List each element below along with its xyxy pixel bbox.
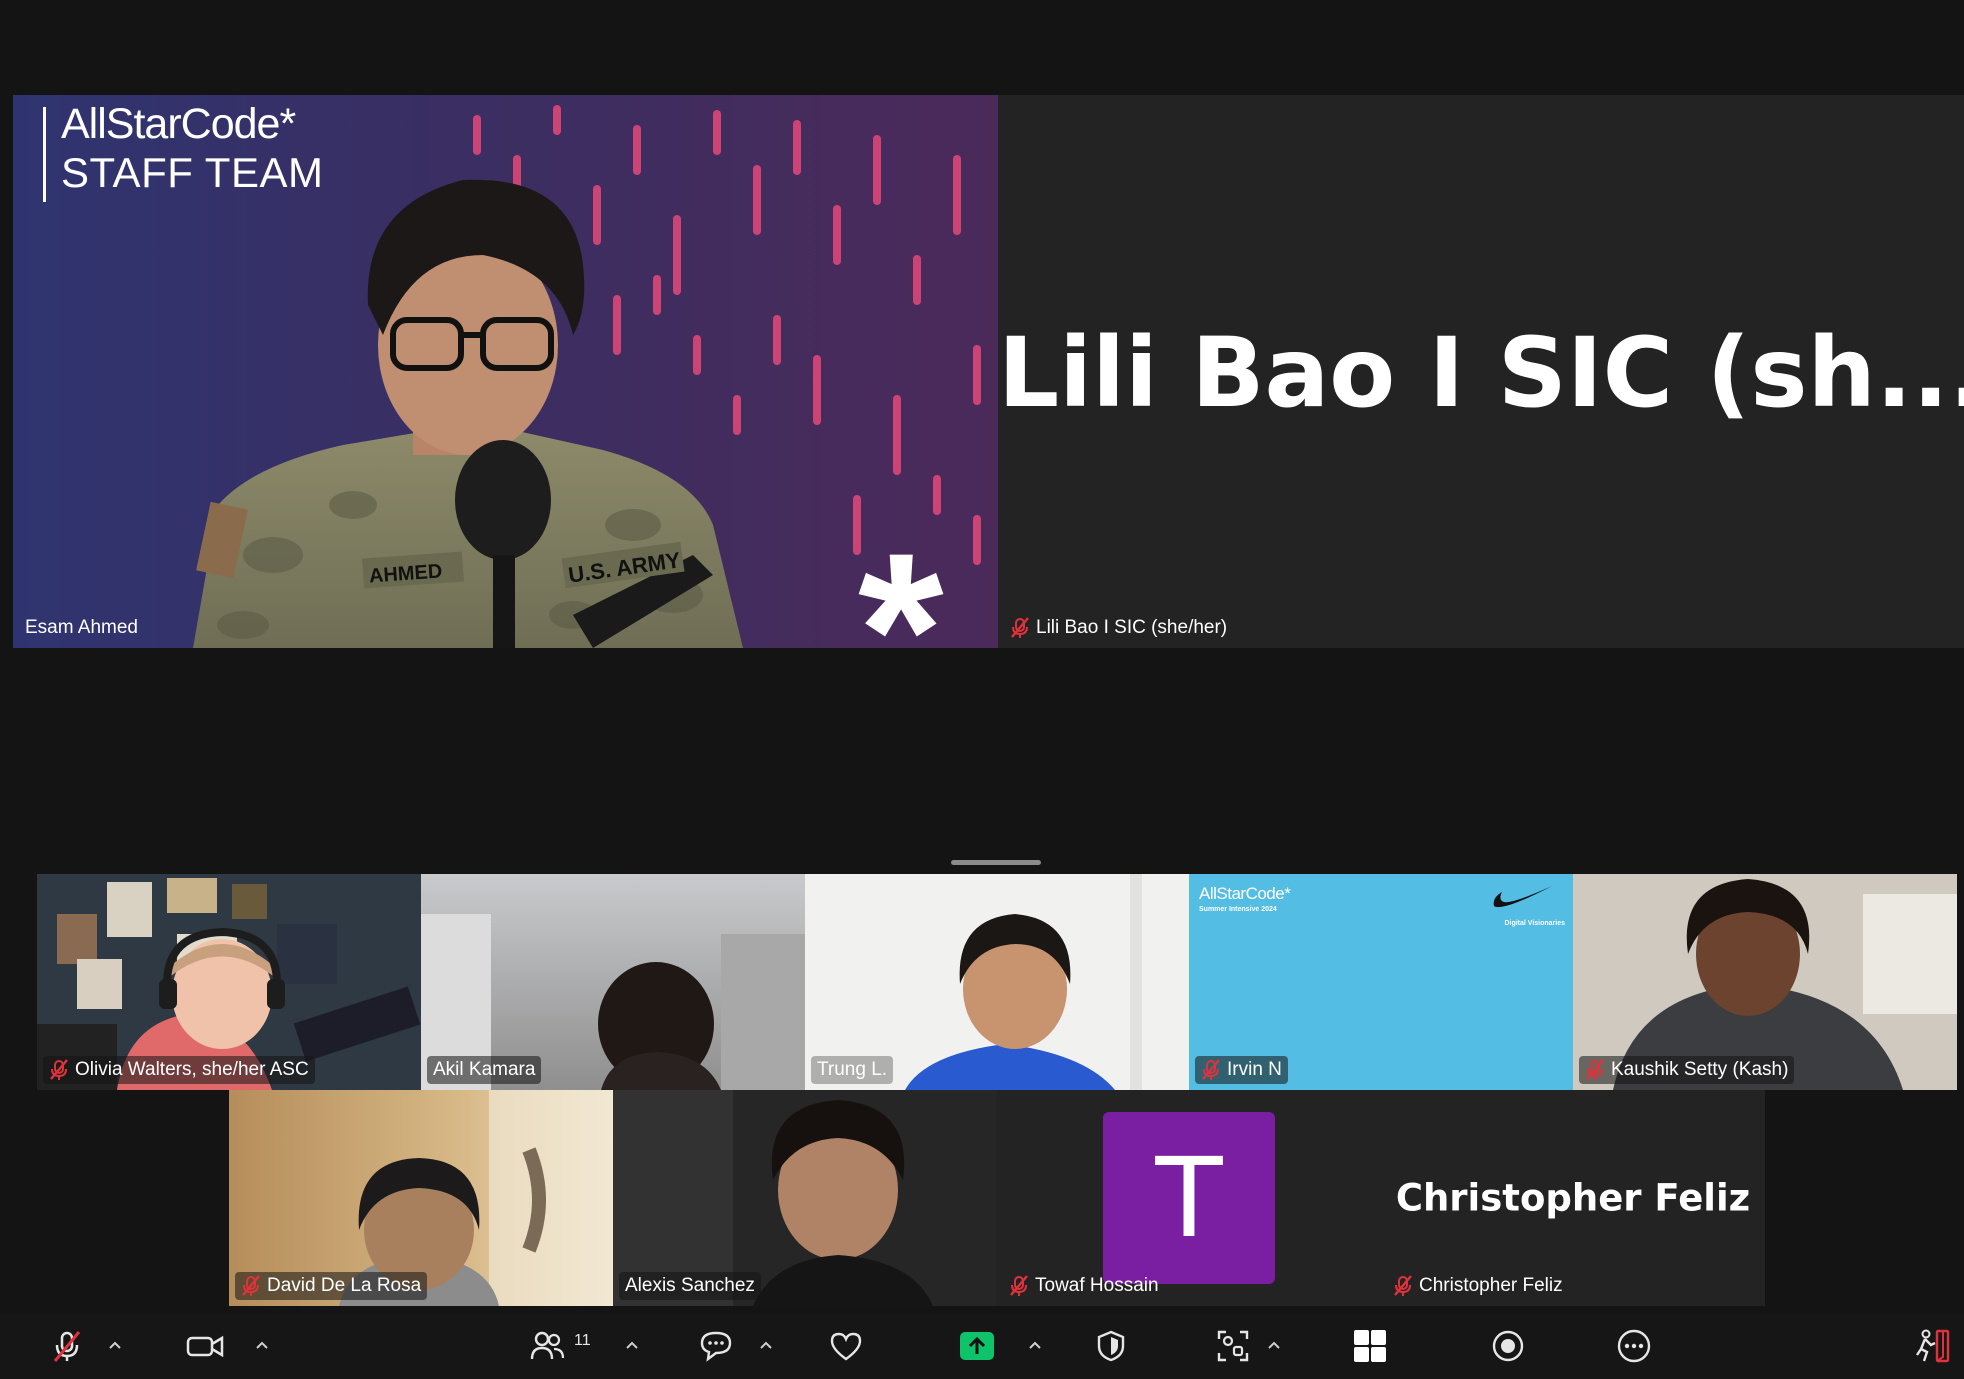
participant-name: Alexis Sanchez	[625, 1275, 755, 1296]
apps-options-caret[interactable]	[1259, 1313, 1289, 1379]
video-tile-irvin-n[interactable]: AllStarCode* Summer Intensive 2024 Digit…	[1189, 874, 1573, 1090]
chat-icon	[698, 1329, 734, 1363]
more-button[interactable]	[1613, 1313, 1655, 1379]
mic-muted-icon	[1009, 1275, 1029, 1297]
brand-asterisk: *	[858, 507, 944, 648]
video-tile-christopher-feliz[interactable]: Christopher Feliz Christopher Feliz	[1381, 1090, 1765, 1306]
mic-muted-icon	[241, 1275, 261, 1297]
participants-options-caret[interactable]	[617, 1313, 647, 1379]
participant-name-tag: Alexis Sanchez	[619, 1272, 761, 1300]
participant-name-tag: David De La Rosa	[235, 1272, 428, 1300]
participant-name-tag: Akil Kamara	[427, 1056, 542, 1084]
virtual-background-partner-sub: Digital Visionaries	[1504, 920, 1565, 927]
participant-display-name: Christopher Feliz	[1395, 1176, 1751, 1220]
chevron-up-icon	[625, 1337, 639, 1355]
share-screen-icon	[958, 1330, 996, 1362]
participant-name: Olivia Walters, she/her ASC	[75, 1059, 309, 1080]
participant-name-tag: Irvin N	[1195, 1056, 1288, 1084]
share-screen-button[interactable]	[955, 1313, 999, 1379]
participant-display-name: Lili Bao I SIC (sh...	[998, 317, 1964, 429]
mic-muted-icon	[1201, 1059, 1221, 1081]
participant-name-tag: Lili Bao I SIC (she/her)	[1004, 614, 1233, 642]
nike-swoosh-icon	[1492, 882, 1554, 917]
brand-line-1: AllStarCode*	[61, 100, 296, 148]
video-tile-trung-l[interactable]: Trung L.	[805, 874, 1189, 1090]
chevron-up-icon	[1267, 1337, 1281, 1355]
video-tile-akil-kamara[interactable]: Akil Kamara	[421, 874, 805, 1090]
video-tile-lili-bao[interactable]: Lili Bao I SIC (sh... Lili Bao I SIC (sh…	[998, 95, 1964, 648]
apps-button[interactable]	[1212, 1313, 1254, 1379]
mic-muted-icon	[1393, 1275, 1413, 1297]
participant-name: Esam Ahmed	[25, 617, 138, 638]
participant-name-tag: Esam Ahmed	[19, 614, 144, 642]
participant-name: Lili Bao I SIC (she/her)	[1036, 617, 1228, 638]
panel-resize-handle[interactable]	[951, 860, 1041, 865]
security-button[interactable]	[1090, 1313, 1132, 1379]
participant-name-tag: Olivia Walters, she/her ASC	[43, 1056, 315, 1084]
share-options-caret[interactable]	[1020, 1313, 1050, 1379]
mic-muted-icon	[1585, 1059, 1605, 1081]
participant-name: Trung L.	[817, 1059, 888, 1080]
participants-button[interactable]: 11	[530, 1313, 600, 1379]
avatar-letter: T	[1155, 1134, 1223, 1262]
mic-muted-icon	[1010, 617, 1030, 639]
participant-name-tag: Towaf Hossain	[1003, 1272, 1165, 1300]
react-button[interactable]	[825, 1313, 867, 1379]
virtual-background-brand: AllStarCode*	[1199, 884, 1291, 903]
leave-button[interactable]	[1910, 1313, 1954, 1379]
brand-logo-text: AllStarCode* STAFF TEAM	[61, 103, 323, 194]
video-tile-olivia-walters[interactable]: Olivia Walters, she/her ASC	[37, 874, 421, 1090]
chat-options-caret[interactable]	[751, 1313, 781, 1379]
chevron-up-icon	[255, 1337, 269, 1355]
participant-name: Kaushik Setty (Kash)	[1611, 1059, 1789, 1080]
audio-options-caret[interactable]	[100, 1313, 130, 1379]
mute-button[interactable]	[46, 1313, 88, 1379]
brand-line-2: STAFF TEAM	[61, 149, 324, 196]
video-tile-towaf-hossain[interactable]: T Towaf Hossain	[997, 1090, 1381, 1306]
video-tile-kaushik-setty[interactable]: Kaushik Setty (Kash)	[1573, 874, 1957, 1090]
shield-icon	[1095, 1329, 1127, 1363]
video-button[interactable]	[182, 1313, 228, 1379]
participant-name: Towaf Hossain	[1035, 1275, 1159, 1296]
mic-off-icon	[49, 1328, 85, 1364]
participants-icon	[530, 1330, 566, 1362]
more-icon	[1616, 1328, 1652, 1364]
video-icon	[185, 1331, 225, 1361]
participant-name: David De La Rosa	[267, 1275, 422, 1296]
participant-name: Christopher Feliz	[1419, 1275, 1563, 1296]
chat-button[interactable]	[695, 1313, 737, 1379]
meeting-toolbar: 11	[0, 1313, 1964, 1379]
avatar: T	[1103, 1112, 1275, 1284]
heart-icon	[828, 1330, 864, 1362]
chevron-up-icon	[759, 1337, 773, 1355]
participant-name-tag: Kaushik Setty (Kash)	[1579, 1056, 1795, 1084]
virtual-background-subline: Summer Intensive 2024	[1199, 906, 1277, 913]
apps-icon	[1215, 1328, 1251, 1364]
record-icon	[1491, 1329, 1525, 1363]
record-button[interactable]	[1487, 1313, 1529, 1379]
grid-view-icon	[1352, 1328, 1388, 1364]
participant-count: 11	[574, 1332, 591, 1349]
participant-name: Akil Kamara	[433, 1059, 536, 1080]
chevron-up-icon	[108, 1337, 122, 1355]
video-options-caret[interactable]	[247, 1313, 277, 1379]
video-tile-alexis-sanchez[interactable]: Alexis Sanchez	[613, 1090, 997, 1306]
video-tile-david-de-la-rosa[interactable]: David De La Rosa	[229, 1090, 613, 1306]
participant-name-tag: Christopher Feliz	[1387, 1272, 1569, 1300]
mic-muted-icon	[49, 1059, 69, 1081]
gallery-view-button[interactable]	[1349, 1313, 1391, 1379]
participant-name: Irvin N	[1227, 1059, 1282, 1080]
video-tile-presenter[interactable]: AllStarCode* STAFF TEAM AHMED U.S. ARMY …	[13, 95, 998, 648]
leave-icon	[1913, 1328, 1951, 1364]
participant-name-tag: Trung L.	[811, 1056, 894, 1084]
chevron-up-icon	[1028, 1337, 1042, 1355]
